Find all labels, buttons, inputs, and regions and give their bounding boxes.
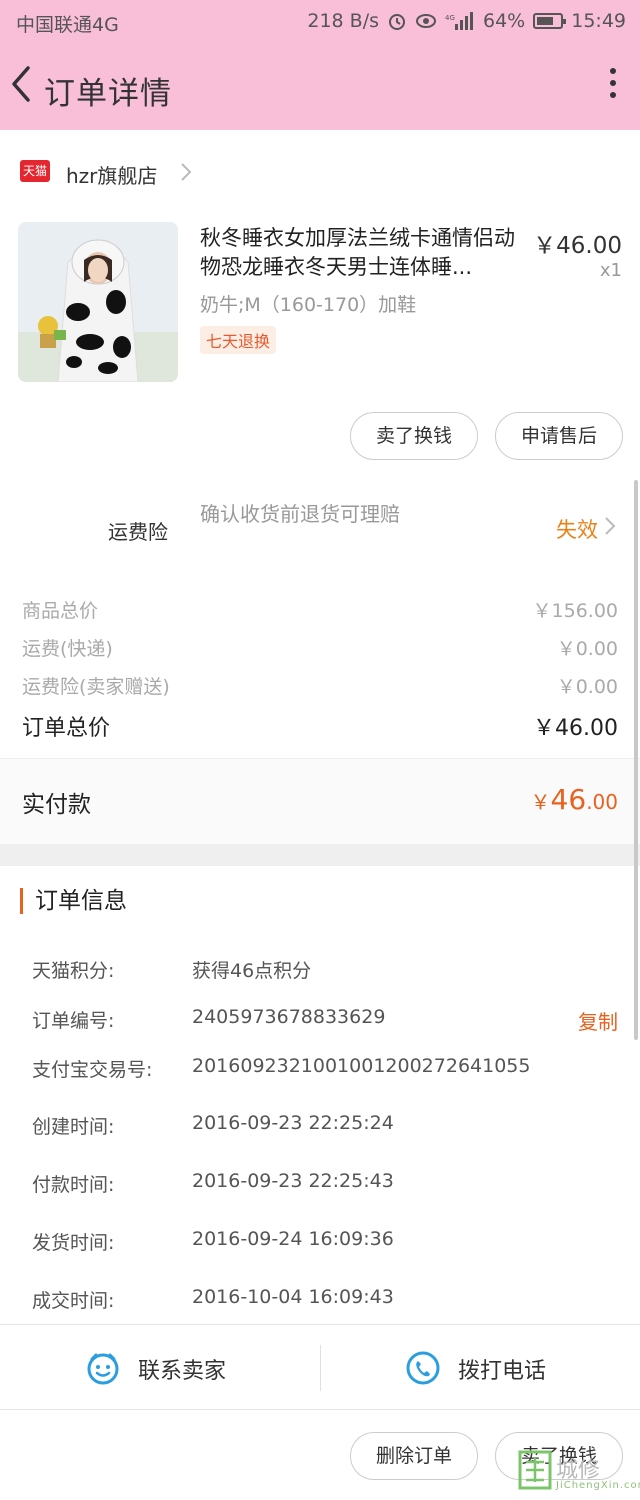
tmall-logo-icon: 天猫 [20,160,50,182]
info-row: 成交时间: 2016-10-04 16:09:43 [32,1286,622,1318]
contact-bar: 联系卖家 拨打电话 [0,1324,640,1410]
summary-row: 运费险(卖家赠送) ￥0.00 [22,666,618,700]
paid-label: 实付款 [22,792,91,818]
info-value: 2016-09-23 22:25:43 [192,1170,394,1192]
info-row: 创建时间: 2016-09-23 22:25:24 [32,1112,622,1144]
nav-bar: 订单详情 [0,44,640,130]
paid-amount-row: 实付款 ￥46.00 [0,758,640,844]
order-total-value: ￥46.00 [533,716,618,741]
alarm-icon [389,14,405,30]
insurance-status: 失效 [556,518,598,542]
chevron-right-icon [605,517,616,535]
order-info-title: 订单信息 [20,888,127,914]
summary-value: ￥0.00 [556,676,618,698]
clock: 15:49 [571,10,626,32]
store-name: hzr旗舰店 [66,164,158,188]
contact-seller-label: 联系卖家 [138,1359,227,1384]
info-label: 创建时间: [32,1116,115,1138]
summary-label: 商品总价 [22,600,99,622]
paid-amount: ￥46.00 [531,783,618,816]
info-value: 2016092321001001200272641055 [192,1055,531,1077]
summary-value: ￥156.00 [532,600,618,622]
carrier-label: 中国联通4G [16,14,119,36]
product-title: 秋冬睡衣女加厚法兰绒卡通情侣动物恐龙睡衣冬天男士连体睡... [200,226,515,279]
page-title: 订单详情 [44,76,172,112]
status-right: 218 B/s 4G 64% 15:49 [307,10,626,32]
copy-order-number-button[interactable]: 复制 [578,1006,618,1035]
after-sale-button[interactable]: 申请售后 [495,412,623,460]
paid-decimal: .00 [586,790,618,814]
scrollbar[interactable] [634,480,638,1040]
product-item[interactable]: 秋冬睡衣女加厚法兰绒卡通情侣动物恐龙睡衣冬天男士连体睡... 奶牛;M（160-… [0,218,640,398]
store-header[interactable]: 天猫 hzr旗舰店 [0,138,640,208]
net-speed: 218 B/s [307,10,379,32]
info-label: 发货时间: [32,1232,115,1254]
product-sku: 奶牛;M（160-170）加鞋 [200,294,417,316]
eye-icon [416,14,436,28]
status-bar: 中国联通4G 218 B/s 4G 64% 15:49 [0,0,640,44]
info-value: 2016-09-23 22:25:24 [192,1112,394,1134]
info-label: 成交时间: [32,1290,115,1312]
return-policy-badge: 七天退换 [200,326,277,354]
order-number: 2405973678833629 [192,1006,386,1028]
call-phone-button[interactable]: 拨打电话 [320,1325,640,1411]
info-label: 天猫积分: [32,960,115,982]
sell-for-cash-button[interactable]: 卖了换钱 [350,412,478,460]
cow-pajama-image [18,222,178,382]
chevron-right-icon [181,163,192,181]
summary-label: 运费(快递) [22,638,113,660]
shipping-insurance-row[interactable]: 运费险 确认收货前退货可理赔 失效 [0,488,640,568]
info-row: 发货时间: 2016-09-24 16:09:36 [32,1228,622,1260]
order-total-label: 订单总价 [22,716,111,741]
info-label: 订单编号: [32,1010,115,1032]
site-watermark: 城修 JiChengXin.com [516,1446,640,1496]
section-divider [0,844,640,866]
info-label: 付款时间: [32,1174,115,1196]
info-row: 支付宝交易号: 2016092321001001200272641055 [32,1055,622,1087]
product-image[interactable] [18,222,178,382]
info-row: 天猫积分: 获得46点积分 [32,956,622,988]
info-value: 2016-09-24 16:09:36 [192,1228,394,1250]
info-value: 获得46点积分 [192,960,312,982]
paid-currency: ￥ [530,790,551,814]
signal-icon: 4G [445,12,473,30]
info-row: 付款时间: 2016-09-23 22:25:43 [32,1170,622,1202]
call-phone-label: 拨打电话 [458,1359,547,1384]
info-row: 订单编号: 2405973678833629 复制 [32,1006,622,1038]
paid-integer: 46 [550,783,587,816]
summary-row: 商品总价 ￥156.00 [22,590,618,624]
battery-percent: 64% [483,10,526,32]
product-price: ￥46.00 [533,233,622,259]
order-total-row: 订单总价 ￥46.00 [22,704,618,741]
chat-face-icon [87,1353,119,1385]
product-quantity: x1 [599,260,622,281]
delete-order-button[interactable]: 删除订单 [350,1432,478,1480]
info-label: 支付宝交易号: [32,1059,153,1081]
back-arrow-icon[interactable] [6,64,38,104]
info-value: 2016-10-04 16:09:43 [192,1286,394,1308]
watermark-url: JiChengXin.com [556,1480,640,1491]
svg-text:4G: 4G [445,14,455,22]
phone-icon [406,1351,440,1385]
battery-icon [533,13,567,29]
summary-value: ￥0.00 [556,638,618,660]
watermark-logo-icon [518,1450,552,1490]
insurance-label: 运费险 [108,520,168,544]
summary-row: 运费(快递) ￥0.00 [22,628,618,662]
insurance-desc: 确认收货前退货可理赔 [200,502,400,526]
summary-label: 运费险(卖家赠送) [22,676,170,698]
contact-seller-button[interactable]: 联系卖家 [0,1325,320,1411]
more-menu-icon[interactable] [608,68,618,104]
